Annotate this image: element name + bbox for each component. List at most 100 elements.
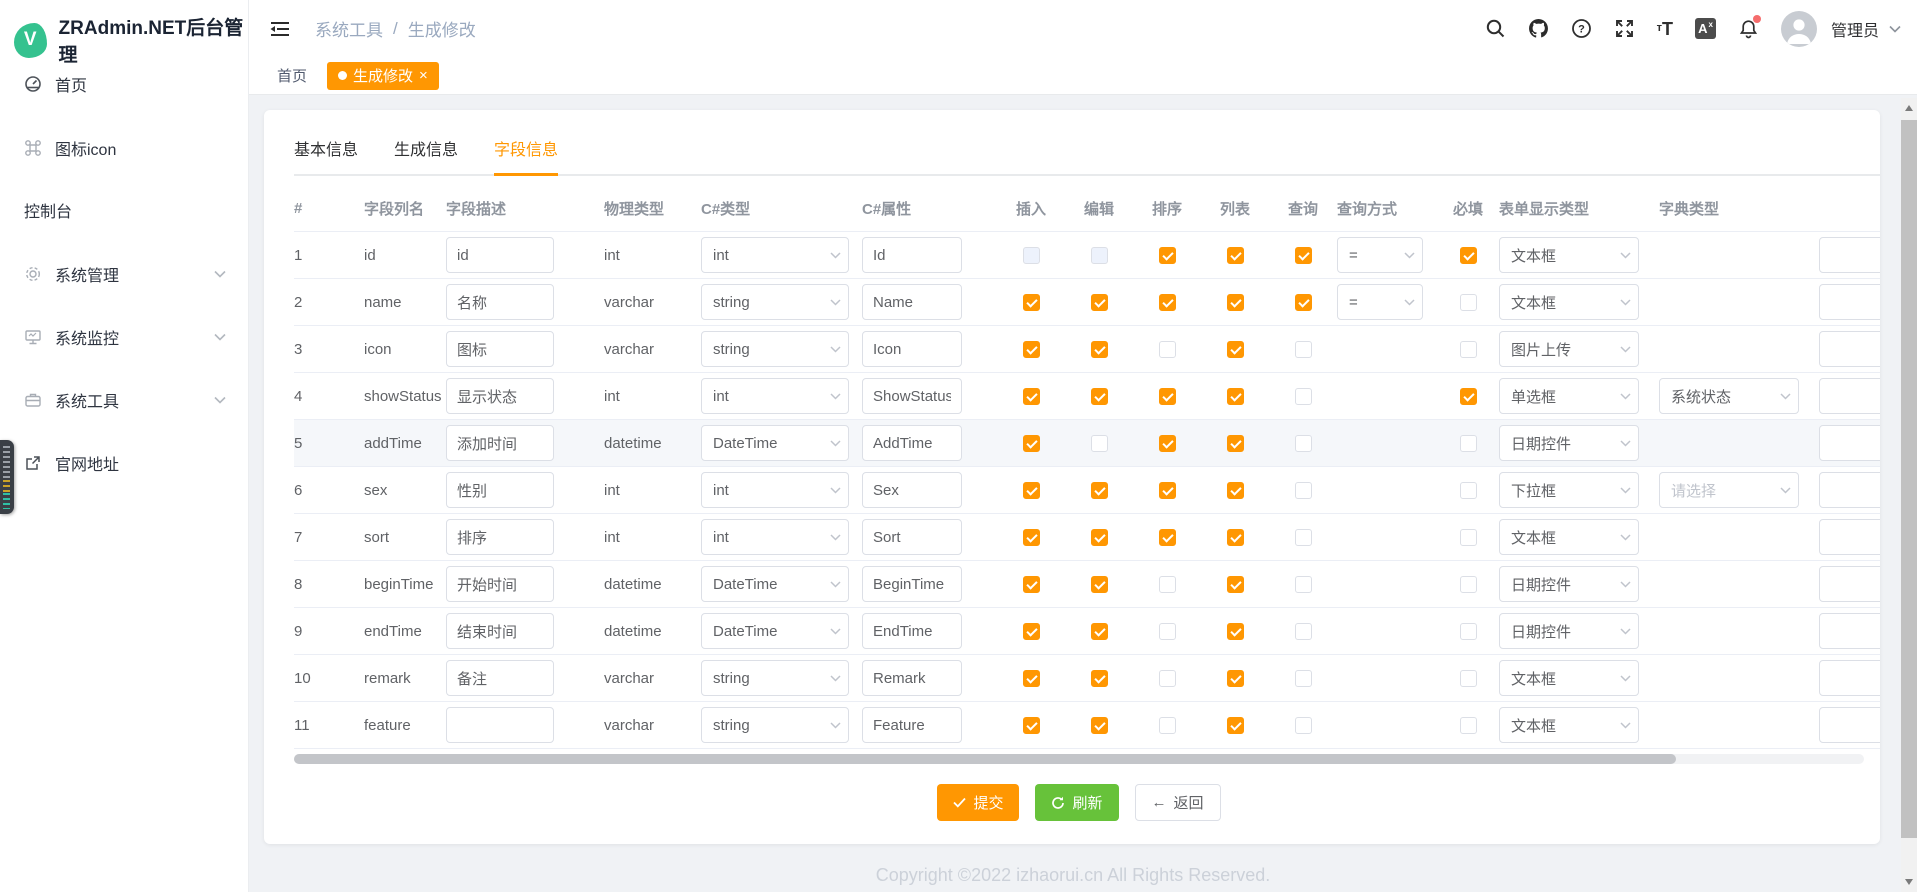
language-icon[interactable]: Ax bbox=[1695, 18, 1716, 39]
checkbox-insert[interactable] bbox=[1023, 388, 1040, 405]
display-type-select[interactable]: 日期控件 bbox=[1499, 566, 1639, 602]
cs-property-input[interactable] bbox=[862, 378, 962, 414]
checkbox-list[interactable] bbox=[1227, 247, 1244, 264]
sidebar-item-home[interactable]: 首页 bbox=[0, 64, 248, 104]
close-tab-icon[interactable]: × bbox=[419, 68, 428, 83]
cs-type-select[interactable]: string bbox=[701, 331, 849, 367]
cs-property-input[interactable] bbox=[862, 331, 962, 367]
query-mode-select[interactable]: = bbox=[1337, 237, 1423, 273]
checkbox-sort[interactable] bbox=[1159, 294, 1176, 311]
column-desc-input[interactable] bbox=[446, 472, 554, 508]
extra-input[interactable] bbox=[1819, 237, 1880, 273]
extra-input[interactable] bbox=[1819, 472, 1880, 508]
checkbox-required[interactable] bbox=[1460, 247, 1477, 264]
cs-type-select[interactable]: DateTime bbox=[701, 566, 849, 602]
checkbox-edit[interactable] bbox=[1091, 482, 1108, 499]
checkbox-required[interactable] bbox=[1460, 435, 1477, 452]
extra-input[interactable] bbox=[1819, 707, 1880, 743]
sidebar-item-console[interactable]: 控制台 bbox=[0, 190, 248, 230]
extra-input[interactable] bbox=[1819, 284, 1880, 320]
extra-input[interactable] bbox=[1819, 566, 1880, 602]
cs-type-select[interactable]: int bbox=[701, 519, 849, 555]
checkbox-query[interactable] bbox=[1295, 294, 1312, 311]
checkbox-query[interactable] bbox=[1295, 576, 1312, 593]
checkbox-edit[interactable] bbox=[1091, 529, 1108, 546]
logo-row[interactable]: V ZRAdmin.NET后台管理 bbox=[0, 0, 248, 67]
checkbox-query[interactable] bbox=[1295, 482, 1312, 499]
checkbox-list[interactable] bbox=[1227, 623, 1244, 640]
checkbox-sort[interactable] bbox=[1159, 482, 1176, 499]
checkbox-sort[interactable] bbox=[1159, 670, 1176, 687]
cs-property-input[interactable] bbox=[862, 284, 962, 320]
cs-property-input[interactable] bbox=[862, 660, 962, 696]
column-desc-input[interactable] bbox=[446, 331, 554, 367]
cs-type-select[interactable]: int bbox=[701, 378, 849, 414]
checkbox-insert[interactable] bbox=[1023, 341, 1040, 358]
checkbox-sort[interactable] bbox=[1159, 717, 1176, 734]
checkbox-insert[interactable] bbox=[1023, 717, 1040, 734]
collapse-menu-icon[interactable] bbox=[269, 19, 291, 39]
column-desc-input[interactable] bbox=[446, 378, 554, 414]
horizontal-scrollbar[interactable] bbox=[294, 754, 1864, 764]
checkbox-edit[interactable] bbox=[1091, 294, 1108, 311]
horizontal-scrollbar-thumb[interactable] bbox=[294, 754, 1676, 764]
checkbox-required[interactable] bbox=[1460, 388, 1477, 405]
tab-home[interactable]: 首页 bbox=[277, 65, 307, 86]
checkbox-list[interactable] bbox=[1227, 670, 1244, 687]
checkbox-sort[interactable] bbox=[1159, 247, 1176, 264]
checkbox-insert[interactable] bbox=[1023, 435, 1040, 452]
checkbox-insert[interactable] bbox=[1023, 623, 1040, 640]
breadcrumb-parent[interactable]: 系统工具 bbox=[315, 16, 383, 41]
query-mode-select[interactable]: = bbox=[1337, 284, 1423, 320]
cs-type-select[interactable]: DateTime bbox=[701, 613, 849, 649]
column-desc-input[interactable] bbox=[446, 660, 554, 696]
tab-field-info[interactable]: 字段信息 bbox=[494, 136, 558, 174]
display-type-select[interactable]: 文本框 bbox=[1499, 707, 1639, 743]
checkbox-list[interactable] bbox=[1227, 482, 1244, 499]
display-type-select[interactable]: 日期控件 bbox=[1499, 613, 1639, 649]
checkbox-edit[interactable] bbox=[1091, 388, 1108, 405]
cs-type-select[interactable]: string bbox=[701, 707, 849, 743]
cs-property-input[interactable] bbox=[862, 566, 962, 602]
dict-type-select[interactable]: 系统状态 bbox=[1659, 378, 1799, 414]
cs-type-select[interactable]: int bbox=[701, 472, 849, 508]
checkbox-list[interactable] bbox=[1227, 294, 1244, 311]
scroll-down-arrow[interactable] bbox=[1901, 874, 1917, 890]
checkbox-edit[interactable] bbox=[1091, 435, 1108, 452]
checkbox-required[interactable] bbox=[1460, 482, 1477, 499]
cs-property-input[interactable] bbox=[862, 237, 962, 273]
tab-basic-info[interactable]: 基本信息 bbox=[294, 136, 358, 174]
cs-property-input[interactable] bbox=[862, 519, 962, 555]
user-menu-chevron-icon[interactable] bbox=[1889, 25, 1901, 33]
checkbox-edit[interactable] bbox=[1091, 341, 1108, 358]
checkbox-list[interactable] bbox=[1227, 529, 1244, 546]
help-icon[interactable]: ? bbox=[1571, 18, 1592, 39]
display-type-select[interactable]: 文本框 bbox=[1499, 237, 1639, 273]
extra-input[interactable] bbox=[1819, 660, 1880, 696]
cs-property-input[interactable] bbox=[862, 425, 962, 461]
cs-property-input[interactable] bbox=[862, 472, 962, 508]
search-icon[interactable] bbox=[1485, 18, 1506, 39]
back-button[interactable]: ← 返回 bbox=[1135, 784, 1221, 821]
column-desc-input[interactable] bbox=[446, 613, 554, 649]
checkbox-list[interactable] bbox=[1227, 576, 1244, 593]
extra-input[interactable] bbox=[1819, 378, 1880, 414]
checkbox-query[interactable] bbox=[1295, 623, 1312, 640]
checkbox-edit[interactable] bbox=[1091, 623, 1108, 640]
checkbox-required[interactable] bbox=[1460, 576, 1477, 593]
column-desc-input[interactable] bbox=[446, 425, 554, 461]
sidebar-item-system-management[interactable]: 系统管理 bbox=[0, 254, 248, 294]
checkbox-list[interactable] bbox=[1227, 435, 1244, 452]
sidebar-item-system-tools[interactable]: 系统工具 bbox=[0, 380, 248, 420]
side-panel-handle[interactable] bbox=[0, 440, 14, 514]
checkbox-required[interactable] bbox=[1460, 623, 1477, 640]
checkbox-edit[interactable] bbox=[1091, 247, 1108, 264]
display-type-select[interactable]: 文本框 bbox=[1499, 519, 1639, 555]
extra-input[interactable] bbox=[1819, 331, 1880, 367]
checkbox-query[interactable] bbox=[1295, 247, 1312, 264]
checkbox-required[interactable] bbox=[1460, 294, 1477, 311]
cs-type-select[interactable]: int bbox=[701, 237, 849, 273]
cs-type-select[interactable]: string bbox=[701, 284, 849, 320]
checkbox-edit[interactable] bbox=[1091, 670, 1108, 687]
checkbox-required[interactable] bbox=[1460, 529, 1477, 546]
